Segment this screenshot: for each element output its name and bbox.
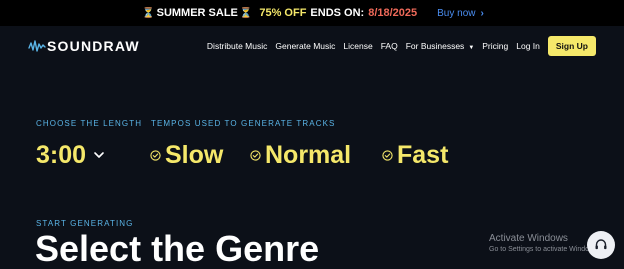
nav-log-in[interactable]: Log In — [516, 41, 540, 51]
watermark-title: Activate Windows — [489, 233, 568, 244]
length-label: CHOOSE THE LENGTH — [36, 119, 143, 128]
genre-section-title: Select the Genre — [35, 228, 320, 269]
tempo-name: Slow — [165, 140, 224, 169]
promo-discount: 75% OFF — [259, 7, 307, 19]
length-selector[interactable]: 3:00 — [36, 140, 106, 170]
promo-end-date: 8/18/2025 — [368, 7, 418, 19]
check-circle-icon — [250, 149, 261, 161]
logo-text: SOUNDRAW — [47, 38, 140, 54]
caret-down-icon: ▼ — [468, 45, 475, 51]
tempo-option-normal[interactable]: Normal — [250, 140, 351, 170]
check-circle-icon — [150, 149, 161, 161]
buy-now-link[interactable]: Buy now — [437, 8, 475, 19]
waveform-icon — [28, 40, 46, 52]
headset-icon — [595, 239, 607, 250]
watermark-subtitle: Go to Settings to activate Windows. — [489, 246, 600, 253]
nav-links: Distribute Music Generate Music License … — [207, 36, 596, 56]
promo-sale-text: SUMMER SALE — [156, 7, 238, 19]
nav-for-businesses[interactable]: For Businesses ▼ — [406, 41, 475, 51]
nav-distribute-music[interactable]: Distribute Music — [207, 41, 267, 51]
nav-for-businesses-label: For Businesses — [405, 41, 465, 51]
windows-activation-watermark: Activate Windows Go to Settings to activ… — [489, 233, 600, 253]
length-value: 3:00 — [36, 140, 87, 169]
tempo-option-slow[interactable]: Slow — [150, 140, 223, 170]
nav-faq[interactable]: FAQ — [381, 41, 398, 51]
chevron-down-icon — [94, 152, 104, 158]
start-generating-label: START GENERATING — [36, 219, 134, 228]
check-circle-icon — [382, 149, 393, 161]
logo[interactable]: SOUNDRAW — [28, 37, 140, 55]
tempo-name: Normal — [265, 140, 352, 169]
nav-license[interactable]: License — [343, 41, 372, 51]
promo-bar: ⏳ SUMMER SALE ⏳ 75% OFF ENDS ON: 8/18/20… — [0, 0, 624, 26]
hourglass-icon: ⏳ — [142, 7, 155, 19]
nav-pricing[interactable]: Pricing — [482, 41, 508, 51]
sign-up-button[interactable]: Sign Up — [547, 36, 596, 56]
promo-ends-label: ENDS ON: — [310, 7, 365, 19]
chevron-right-icon: › — [480, 7, 484, 19]
nav-generate-music[interactable]: Generate Music — [275, 41, 335, 51]
hourglass-icon: ⏳ — [239, 7, 253, 19]
support-chat-button[interactable] — [587, 231, 615, 259]
tempos-label: TEMPOS USED TO GENERATE TRACKS — [151, 119, 336, 128]
tempo-option-fast[interactable]: Fast — [382, 140, 448, 170]
top-navigation: SOUNDRAW Distribute Music Generate Music… — [0, 26, 624, 66]
tempo-name: Fast — [397, 140, 449, 169]
